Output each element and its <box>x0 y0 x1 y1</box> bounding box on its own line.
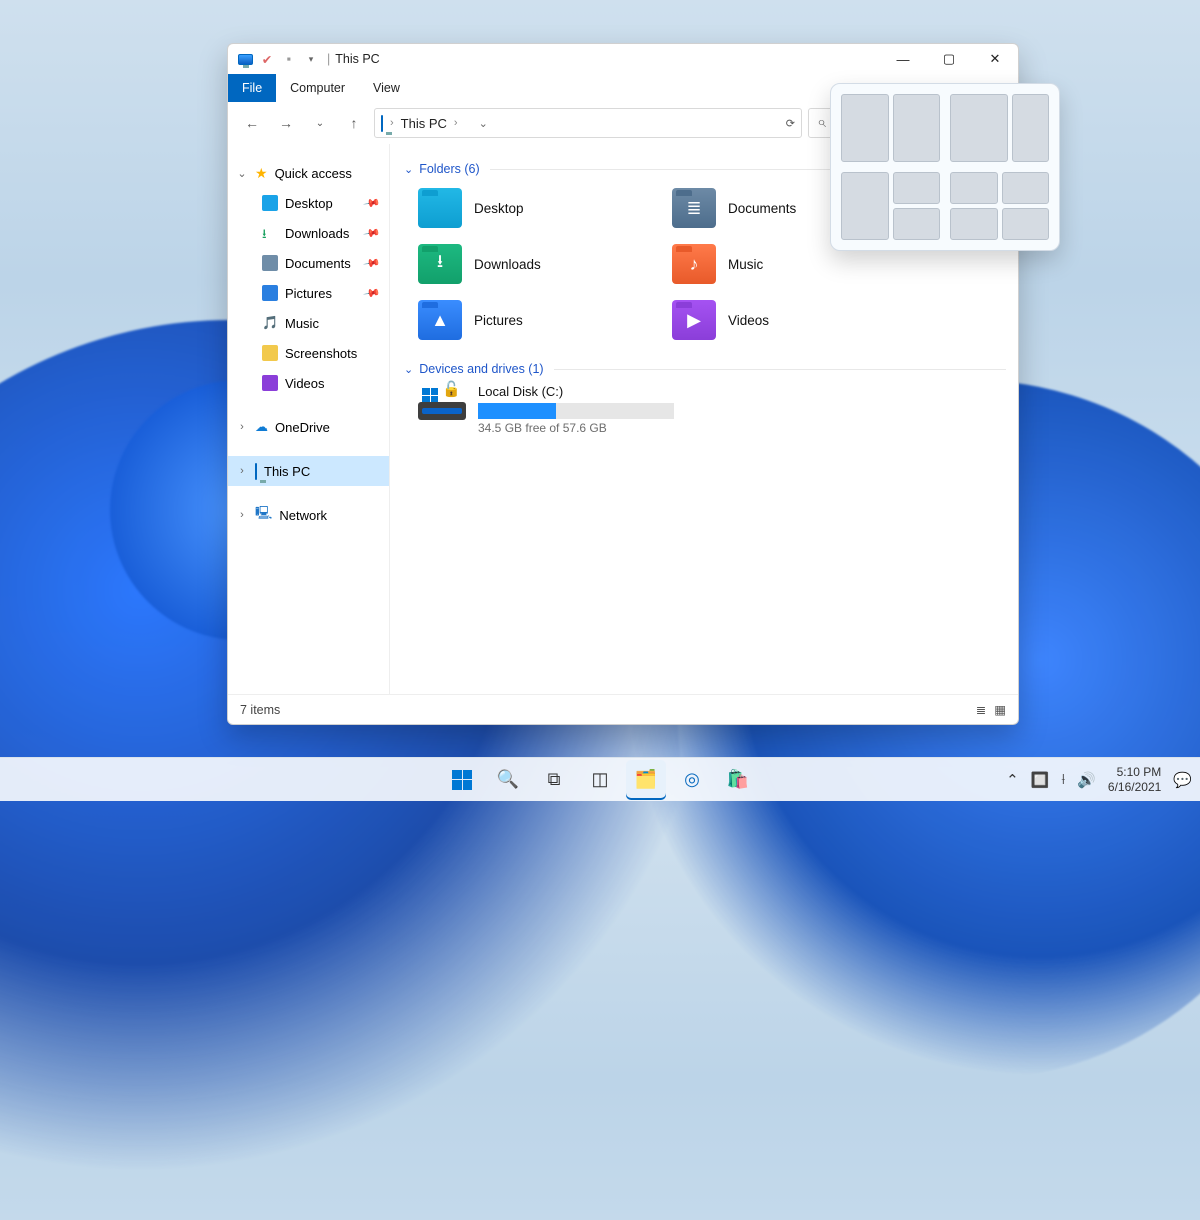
chevron-down-icon[interactable]: ⌄ <box>404 163 413 176</box>
clock[interactable]: 5:10 PM 6/16/2021 <box>1108 765 1161 795</box>
cloud-icon: ☁ <box>255 419 268 435</box>
pc-icon <box>381 116 383 131</box>
tray-overflow-icon[interactable]: ⌃ <box>1006 771 1019 789</box>
nav-music[interactable]: 🎵Music <box>228 308 389 338</box>
pictures-icon <box>262 285 278 301</box>
pin-icon: 📌 <box>363 254 382 273</box>
notifications-icon[interactable]: 💬 <box>1173 771 1192 789</box>
folder-icon <box>262 345 278 361</box>
nav-documents[interactable]: Documents📌 <box>228 248 389 278</box>
volume-icon[interactable]: 🔊 <box>1077 771 1096 789</box>
recent-dropdown[interactable]: ⌄ <box>306 109 334 137</box>
network-icon: 🖳 <box>255 504 272 526</box>
start-button[interactable] <box>442 760 482 800</box>
music-icon: 🎵 <box>262 315 278 331</box>
nav-videos[interactable]: Videos <box>228 368 389 398</box>
capacity-bar <box>478 403 674 419</box>
qa-check-icon[interactable]: ✔ <box>259 51 275 67</box>
file-explorer-taskbar[interactable]: 🗂️ <box>626 760 666 800</box>
tab-computer[interactable]: Computer <box>276 74 359 102</box>
nav-pane: ⌄ ★ Quick access Desktop📌 ⭳Downloads📌 Do… <box>228 144 390 694</box>
nav-this-pc[interactable]: ›This PC <box>228 456 389 486</box>
snap-layout-wide-narrow[interactable] <box>950 94 1049 162</box>
address-dropdown-icon[interactable]: ⌄ <box>479 117 488 130</box>
store-taskbar[interactable]: 🛍️ <box>718 760 758 800</box>
folder-pictures[interactable]: ▲Pictures <box>418 296 668 344</box>
maximize-button[interactable]: ▢ <box>926 44 972 74</box>
app-icon <box>237 51 253 67</box>
nav-onedrive[interactable]: ›☁OneDrive <box>228 412 389 442</box>
nav-screenshots[interactable]: Screenshots <box>228 338 389 368</box>
downloads-icon: ⭳ <box>262 225 278 241</box>
taskbar: 🔍 ⧉ ◫ 🗂️ ◎ 🛍️ ⌃ 🔲 ⟊ 🔊 5:10 PM 6/16/2021 … <box>0 757 1200 801</box>
snap-layout-3pane[interactable] <box>841 172 940 240</box>
system-tray: ⌃ 🔲 ⟊ 🔊 5:10 PM 6/16/2021 💬 <box>1006 765 1192 795</box>
windows-icon <box>422 382 438 404</box>
search-button[interactable]: 🔍 <box>488 760 528 800</box>
folder-videos[interactable]: ▶Videos <box>672 296 922 344</box>
folder-desktop[interactable]: Desktop <box>418 184 668 232</box>
drive-icon: 🔓 <box>418 384 466 420</box>
qa-folder-icon[interactable]: ▪ <box>281 51 297 67</box>
edge-taskbar[interactable]: ◎ <box>672 760 712 800</box>
pin-icon: 📌 <box>363 224 382 243</box>
nav-network[interactable]: ›🖳Network <box>228 500 389 530</box>
pc-icon <box>255 464 257 479</box>
window-title: This PC <box>335 52 379 66</box>
chevron-right-icon[interactable]: › <box>236 509 248 521</box>
address-bar[interactable]: › This PC › ⌄ ⟳ <box>374 108 802 138</box>
nav-quick-access[interactable]: ⌄ ★ Quick access <box>228 158 389 188</box>
wifi-icon[interactable]: ⟊ <box>1061 771 1065 788</box>
lock-icon: 🔓 <box>442 380 461 398</box>
nav-downloads[interactable]: ⭳Downloads📌 <box>228 218 389 248</box>
task-view-button[interactable]: ⧉ <box>534 760 574 800</box>
back-button[interactable]: ← <box>238 109 266 137</box>
tab-view[interactable]: View <box>359 74 414 102</box>
chevron-down-icon[interactable]: ⌄ <box>404 363 413 376</box>
nav-label: Quick access <box>275 166 352 181</box>
close-button[interactable]: ✕ <box>972 44 1018 74</box>
forward-button[interactable]: → <box>272 109 300 137</box>
videos-icon <box>262 375 278 391</box>
drive-free-text: 34.5 GB free of 57.6 GB <box>478 421 674 435</box>
nav-pictures[interactable]: Pictures📌 <box>228 278 389 308</box>
snap-layout-2col[interactable] <box>841 94 940 162</box>
star-icon: ★ <box>255 165 268 182</box>
snap-layouts-flyout <box>830 83 1060 251</box>
widgets-button[interactable]: ◫ <box>580 760 620 800</box>
battery-icon[interactable]: 🔲 <box>1031 771 1050 789</box>
details-view-button[interactable]: ≣ <box>976 702 986 717</box>
titlebar[interactable]: ✔ ▪ ▾ | This PC ― ▢ ✕ <box>228 44 1018 74</box>
tiles-view-button[interactable]: ▦ <box>994 702 1006 717</box>
pin-icon: 📌 <box>363 284 382 303</box>
chevron-icon[interactable]: › <box>454 117 458 129</box>
breadcrumb[interactable]: This PC <box>401 116 447 131</box>
folder-downloads[interactable]: ⭳Downloads <box>418 240 668 288</box>
qa-dropdown-icon[interactable]: ▾ <box>303 51 319 67</box>
search-icon: ⌕ <box>817 114 826 132</box>
minimize-button[interactable]: ― <box>880 44 926 74</box>
chevron-right-icon[interactable]: › <box>236 465 248 477</box>
drive-name: Local Disk (C:) <box>478 384 674 399</box>
status-bar: 7 items ≣ ▦ <box>228 694 1018 724</box>
documents-icon <box>262 255 278 271</box>
chevron-right-icon[interactable]: › <box>236 421 248 433</box>
desktop-icon <box>262 195 278 211</box>
pin-icon: 📌 <box>363 194 382 213</box>
up-button[interactable]: ↑ <box>340 109 368 137</box>
chevron-icon: › <box>390 117 394 129</box>
item-count: 7 items <box>240 703 280 717</box>
nav-desktop[interactable]: Desktop📌 <box>228 188 389 218</box>
refresh-button[interactable]: ⟳ <box>786 117 795 130</box>
tab-file[interactable]: File <box>228 74 276 102</box>
snap-layout-quad[interactable] <box>950 172 1049 240</box>
chevron-down-icon[interactable]: ⌄ <box>236 167 248 180</box>
drive-local-c[interactable]: 🔓 Local Disk (C:) 34.5 GB free of 57.6 G… <box>418 384 1006 435</box>
group-drives[interactable]: ⌄ Devices and drives (1) <box>404 362 1006 376</box>
